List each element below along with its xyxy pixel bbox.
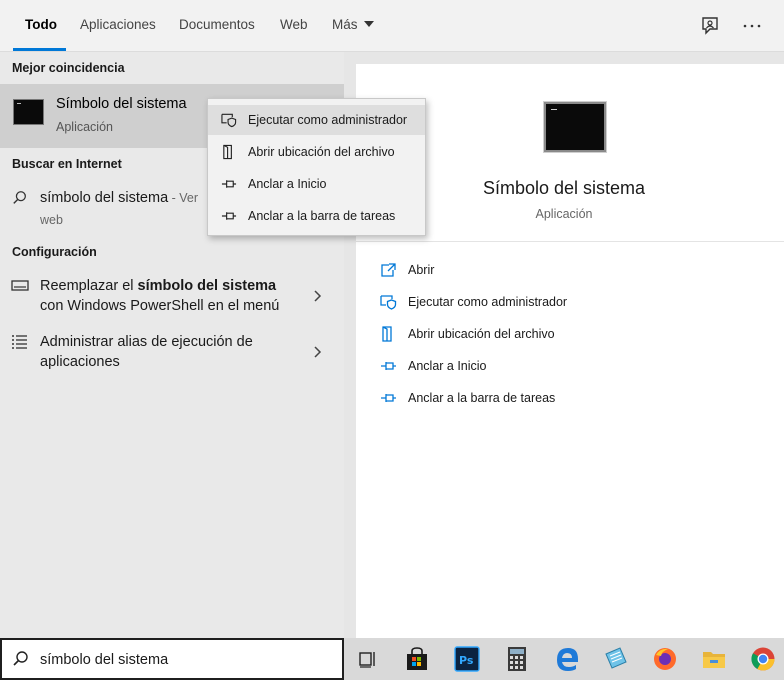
more-options-icon[interactable] (740, 14, 764, 38)
taskbar: Ps (344, 638, 784, 680)
task-view-icon[interactable] (355, 646, 381, 672)
file-location-icon (223, 144, 232, 160)
best-match-subtitle: Aplicación (56, 120, 113, 134)
context-pin-start[interactable]: Anclar a Inicio (208, 169, 425, 199)
pin-icon (381, 362, 396, 370)
notepad-icon[interactable] (603, 646, 629, 672)
pin-icon (221, 212, 237, 220)
command-prompt-icon (13, 99, 44, 125)
action-pin-start-label: Anclar a Inicio (408, 359, 487, 373)
keyboard-icon (11, 280, 29, 291)
store-icon[interactable] (404, 646, 430, 672)
action-open-file-location-label: Abrir ubicación del archivo (408, 327, 555, 341)
file-location-icon (382, 326, 392, 342)
chrome-icon[interactable] (750, 646, 776, 672)
context-run-as-admin[interactable]: Ejecutar como administrador (208, 105, 425, 135)
command-prompt-large-icon (544, 102, 606, 152)
best-match-title: Símbolo del sistema (56, 96, 187, 112)
settings-2-line2: aplicaciones (40, 354, 120, 370)
search-box[interactable]: símbolo del sistema (0, 638, 344, 680)
context-pin-taskbar[interactable]: Anclar a la barra de tareas (208, 201, 425, 231)
section-internet: Buscar en Internet (12, 157, 122, 171)
context-pin-start-label: Anclar a Inicio (248, 177, 327, 191)
caret-down-icon (363, 21, 374, 27)
context-open-file-location[interactable]: Abrir ubicación del archivo (208, 137, 425, 167)
open-icon (381, 263, 396, 277)
firefox-icon[interactable] (652, 646, 678, 672)
pin-icon (381, 394, 396, 402)
internet-suffix: - Ver (168, 191, 199, 205)
search-tab-bar: Todo Aplicaciones Documentos Web Más (0, 0, 784, 52)
search-input[interactable]: símbolo del sistema (40, 652, 168, 668)
section-best-match: Mejor coincidencia (12, 61, 125, 75)
feedback-icon[interactable] (698, 14, 722, 38)
file-explorer-icon[interactable] (701, 646, 727, 672)
context-open-file-location-label: Abrir ubicación del archivo (248, 145, 395, 159)
tab-more[interactable]: Más (332, 0, 374, 52)
settings-1-bold: símbolo del sistema (137, 278, 277, 294)
tab-apps[interactable]: Aplicaciones (80, 0, 156, 52)
action-open-label: Abrir (408, 263, 435, 277)
context-run-as-admin-label: Ejecutar como administrador (248, 113, 408, 127)
action-pin-taskbar-label: Anclar a la barra de tareas (408, 391, 556, 405)
chevron-right-icon (314, 346, 322, 358)
settings-1-line2: con Windows PowerShell en el menú (40, 298, 280, 314)
tab-all[interactable]: Todo (25, 0, 57, 52)
calculator-icon[interactable] (504, 646, 530, 672)
settings-2-line1: Administrar alias de ejecución de (40, 334, 253, 350)
settings-1-pre: Reemplazar el (40, 278, 138, 294)
photoshop-icon[interactable]: Ps (454, 646, 480, 672)
active-tab-indicator (13, 48, 66, 51)
context-pin-taskbar-label: Anclar a la barra de tareas (248, 209, 396, 223)
shield-run-icon (380, 295, 397, 310)
edge-icon[interactable] (554, 646, 580, 672)
internet-query: símbolo del sistema (40, 190, 169, 206)
tab-documents[interactable]: Documentos (179, 0, 255, 52)
svg-text:Ps: Ps (459, 654, 474, 667)
tab-web[interactable]: Web (280, 0, 308, 52)
context-menu: Ejecutar como administrador Abrir ubicac… (207, 98, 426, 236)
divider (356, 241, 784, 242)
list-icon (12, 335, 27, 349)
tab-more-label: Más (332, 17, 358, 32)
internet-line2: web (40, 213, 63, 227)
section-settings: Configuración (12, 245, 97, 259)
search-icon (13, 191, 26, 204)
pin-icon (221, 180, 237, 188)
shield-run-icon (221, 113, 237, 128)
chevron-right-icon (314, 290, 322, 302)
action-run-as-admin-label: Ejecutar como administrador (408, 295, 568, 309)
search-icon (13, 651, 28, 666)
